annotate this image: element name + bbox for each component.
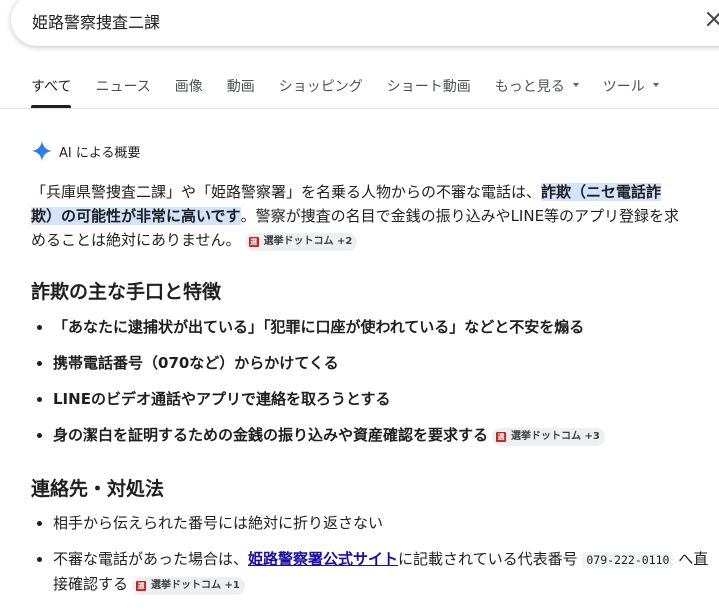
tab-images[interactable]: 画像 bbox=[175, 76, 203, 107]
tab-label: ニュース bbox=[95, 79, 151, 95]
tab-label: もっと見る bbox=[494, 79, 565, 95]
list-item: 携帯電話番号（070など）からかけてくる bbox=[53, 351, 713, 375]
list-item-text: 不審な電話があった場合は、 bbox=[53, 550, 249, 568]
tabs-divider bbox=[0, 108, 719, 109]
list-item-text: 身の潔白を証明するための金銭の振り込みや資産確認を要求する bbox=[53, 426, 489, 444]
section-heading: 連絡先・対処法 bbox=[31, 478, 165, 500]
gemini-sparkle-icon bbox=[31, 140, 53, 162]
tab-tools[interactable]: ツール bbox=[603, 76, 659, 107]
source-chip-label: 選挙ドットコム +3 bbox=[511, 431, 600, 442]
site-favicon-icon: 選 bbox=[496, 432, 507, 442]
source-chip[interactable]: 選選挙ドットコム +2 bbox=[244, 233, 358, 251]
section-heading: 詐欺の主な手口と特徴 bbox=[31, 281, 222, 303]
list-item: 身の潔白を証明するための金銭の振り込みや資産確認を要求する選選挙ドットコム +3 bbox=[53, 423, 713, 447]
list-item-text: に記載されている代表番号 bbox=[398, 550, 578, 568]
contact-actions-list: 相手から伝えられた番号には絶対に折り返さない 不審な電話があった場合は、姫路警察… bbox=[31, 511, 713, 608]
list-item: 相手から伝えられた番号には絶対に折り返さない bbox=[53, 511, 713, 535]
source-chip-label: 選挙ドットコム +2 bbox=[263, 236, 353, 247]
tab-all[interactable]: すべて bbox=[31, 76, 72, 108]
search-bar[interactable]: 姫路警察捜査二課 bbox=[11, 0, 719, 46]
source-chip[interactable]: 選選挙ドットコム +1 bbox=[132, 577, 245, 595]
chevron-down-icon bbox=[572, 83, 579, 87]
list-item: 「あなたに逮捕状が出ている」「犯罪に口座が使われている」などと不安を煽る bbox=[53, 315, 713, 339]
fraud-tactics-list: 「あなたに逮捕状が出ている」「犯罪に口座が使われている」などと不安を煽る 携帯電… bbox=[31, 315, 713, 459]
tab-shopping[interactable]: ショッピング bbox=[279, 76, 363, 107]
ai-overview-header: AI による概要 bbox=[31, 140, 140, 162]
tab-label: ツール bbox=[602, 79, 645, 95]
site-favicon-icon: 選 bbox=[136, 581, 147, 591]
summary-text: 「兵庫県警捜査二課」や「姫路警察署」を名乗る人物からの不審な電話は、 bbox=[31, 183, 542, 201]
tab-label: すべて bbox=[31, 79, 72, 95]
chevron-down-icon bbox=[652, 83, 659, 87]
tab-label: 動画 bbox=[226, 79, 255, 95]
close-icon[interactable] bbox=[703, 8, 719, 30]
phone-number: 079-222-0110 bbox=[582, 552, 674, 568]
ai-overview-title: AI による概要 bbox=[59, 145, 141, 161]
tab-label: ショート動画 bbox=[386, 79, 471, 95]
tab-news[interactable]: ニュース bbox=[95, 76, 150, 107]
himeji-police-official-site-link[interactable]: 姫路警察署公式サイト bbox=[248, 550, 398, 568]
site-favicon-icon: 選 bbox=[248, 237, 259, 247]
source-chip[interactable]: 選選挙ドットコム +3 bbox=[492, 428, 605, 446]
search-input[interactable]: 姫路警察捜査二課 bbox=[32, 9, 160, 33]
tab-short-videos[interactable]: ショート動画 bbox=[387, 76, 471, 107]
list-item: LINEのビデオ通話やアプリで連絡を取ろうとする bbox=[53, 387, 713, 411]
search-tabs: すべて ニュース 画像 動画 ショッピング ショート動画 もっと見る ツール bbox=[31, 76, 683, 108]
source-chip-label: 選挙ドットコム +1 bbox=[151, 580, 240, 591]
tab-label: ショッピング bbox=[278, 79, 363, 95]
tab-videos[interactable]: 動画 bbox=[227, 76, 255, 107]
tab-more[interactable]: もっと見る bbox=[495, 76, 579, 107]
tab-label: 画像 bbox=[174, 79, 203, 95]
ai-overview-summary: 「兵庫県警捜査二課」や「姫路警察署」を名乗る人物からの不審な電話は、詐欺（ニセ電… bbox=[31, 180, 681, 252]
list-item: 不審な電話があった場合は、姫路警察署公式サイトに記載されている代表番号 079-… bbox=[53, 547, 713, 596]
